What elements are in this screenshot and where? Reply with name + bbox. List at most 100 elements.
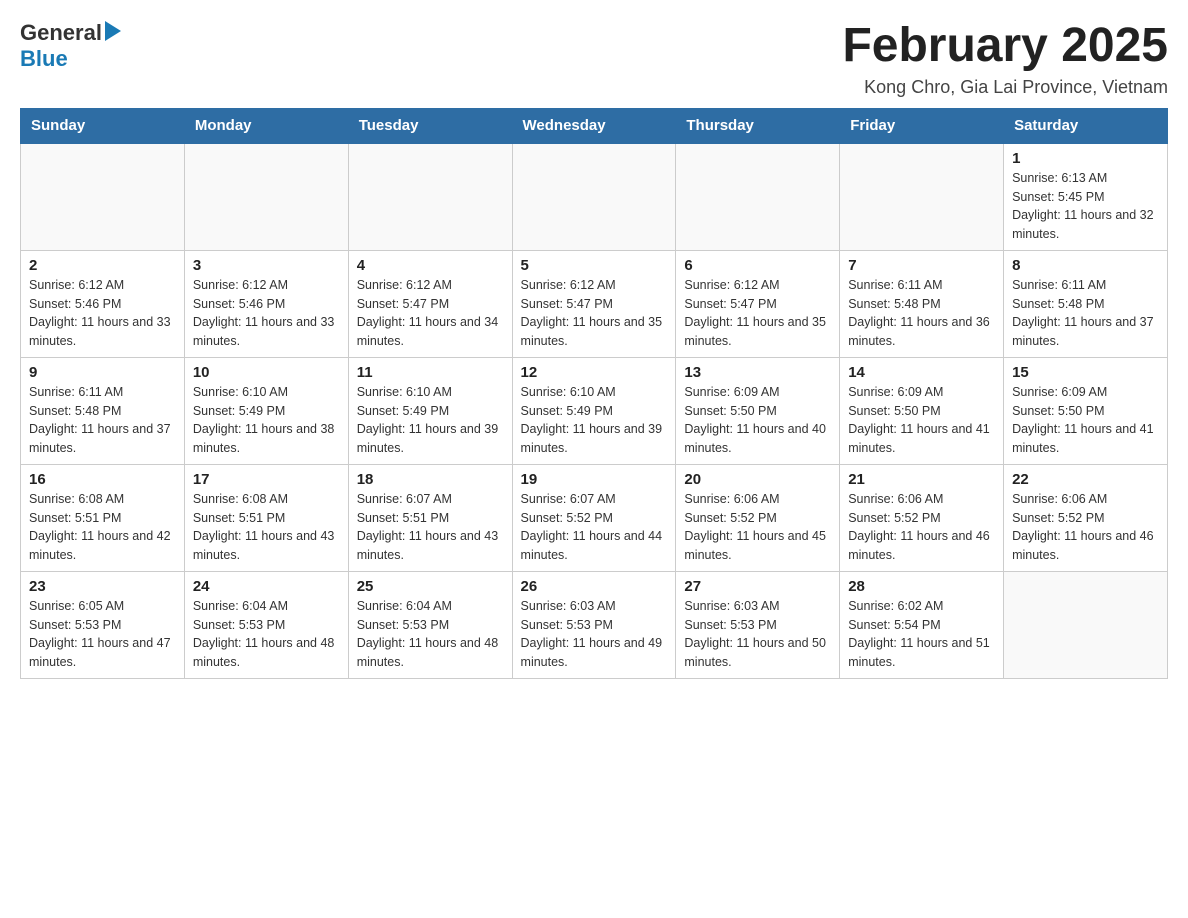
- day-number: 10: [193, 364, 340, 381]
- calendar-table: SundayMondayTuesdayWednesdayThursdayFrid…: [20, 108, 1168, 679]
- day-info: Sunrise: 6:11 AMSunset: 5:48 PMDaylight:…: [1012, 276, 1159, 351]
- calendar-cell: 9Sunrise: 6:11 AMSunset: 5:48 PMDaylight…: [21, 357, 185, 464]
- day-number: 4: [357, 257, 504, 274]
- day-number: 1: [1012, 150, 1159, 167]
- day-info: Sunrise: 6:04 AMSunset: 5:53 PMDaylight:…: [193, 597, 340, 672]
- calendar-cell: [676, 143, 840, 251]
- day-number: 26: [521, 578, 668, 595]
- day-info: Sunrise: 6:12 AMSunset: 5:47 PMDaylight:…: [684, 276, 831, 351]
- day-of-week-header: Wednesday: [512, 108, 676, 143]
- day-number: 15: [1012, 364, 1159, 381]
- logo: General Blue: [20, 20, 121, 72]
- calendar-cell: 4 Sunrise: 6:12 AMSunset: 5:47 PMDaylight…: [348, 250, 512, 357]
- calendar-cell: 5 Sunrise: 6:12 AMSunset: 5:47 PMDaylight…: [512, 250, 676, 357]
- day-number: 16: [29, 471, 176, 488]
- calendar-week-row: 23Sunrise: 6:05 AMSunset: 5:53 PMDayligh…: [21, 571, 1168, 678]
- day-info: Sunrise: 6:10 AMSunset: 5:49 PMDaylight:…: [193, 383, 340, 458]
- day-info: Sunrise: 6:08 AMSunset: 5:51 PMDaylight:…: [29, 490, 176, 565]
- calendar-cell: 24 Sunrise: 6:04 AMSunset: 5:53 PMDayligh…: [184, 571, 348, 678]
- day-number: 28: [848, 578, 995, 595]
- day-of-week-header: Thursday: [676, 108, 840, 143]
- day-info: Sunrise: 6:12 AMSunset: 5:47 PMDaylight:…: [521, 276, 668, 351]
- day-info: Sunrise: 6:03 AMSunset: 5:53 PMDaylight:…: [521, 597, 668, 672]
- calendar-cell: 14Sunrise: 6:09 AMSunset: 5:50 PMDayligh…: [840, 357, 1004, 464]
- day-number: 2: [29, 257, 176, 274]
- logo-text-blue: Blue: [20, 46, 68, 72]
- day-info: Sunrise: 6:08 AMSunset: 5:51 PMDaylight:…: [193, 490, 340, 565]
- day-info: Sunrise: 6:02 AMSunset: 5:54 PMDaylight:…: [848, 597, 995, 672]
- day-number: 18: [357, 471, 504, 488]
- calendar-cell: 20Sunrise: 6:06 AMSunset: 5:52 PMDayligh…: [676, 464, 840, 571]
- calendar-cell: 6Sunrise: 6:12 AMSunset: 5:47 PMDaylight…: [676, 250, 840, 357]
- day-info: Sunrise: 6:12 AMSunset: 5:47 PMDaylight:…: [357, 276, 504, 351]
- day-info: Sunrise: 6:07 AMSunset: 5:52 PMDaylight:…: [521, 490, 668, 565]
- day-number: 19: [521, 471, 668, 488]
- logo-arrow-icon: [105, 21, 121, 41]
- calendar-cell: 8 Sunrise: 6:11 AMSunset: 5:48 PMDaylight…: [1004, 250, 1168, 357]
- calendar-week-row: 9Sunrise: 6:11 AMSunset: 5:48 PMDaylight…: [21, 357, 1168, 464]
- calendar-cell: 11 Sunrise: 6:10 AMSunset: 5:49 PMDayligh…: [348, 357, 512, 464]
- day-info: Sunrise: 6:11 AMSunset: 5:48 PMDaylight:…: [848, 276, 995, 351]
- day-info: Sunrise: 6:13 AMSunset: 5:45 PMDaylight:…: [1012, 169, 1159, 244]
- location-subtitle: Kong Chro, Gia Lai Province, Vietnam: [842, 77, 1168, 98]
- page-header: General Blue February 2025 Kong Chro, Gi…: [20, 20, 1168, 98]
- logo-text-general: General: [20, 20, 102, 46]
- calendar-cell: 22 Sunrise: 6:06 AMSunset: 5:52 PMDayligh…: [1004, 464, 1168, 571]
- day-info: Sunrise: 6:07 AMSunset: 5:51 PMDaylight:…: [357, 490, 504, 565]
- day-number: 13: [684, 364, 831, 381]
- calendar-cell: 15 Sunrise: 6:09 AMSunset: 5:50 PMDayligh…: [1004, 357, 1168, 464]
- calendar-cell: [1004, 571, 1168, 678]
- day-number: 21: [848, 471, 995, 488]
- calendar-header-row: SundayMondayTuesdayWednesdayThursdayFrid…: [21, 108, 1168, 143]
- day-of-week-header: Friday: [840, 108, 1004, 143]
- day-number: 25: [357, 578, 504, 595]
- calendar-cell: 18 Sunrise: 6:07 AMSunset: 5:51 PMDayligh…: [348, 464, 512, 571]
- calendar-week-row: 1 Sunrise: 6:13 AMSunset: 5:45 PMDaylight…: [21, 143, 1168, 251]
- calendar-cell: [840, 143, 1004, 251]
- calendar-cell: 28 Sunrise: 6:02 AMSunset: 5:54 PMDayligh…: [840, 571, 1004, 678]
- day-number: 24: [193, 578, 340, 595]
- calendar-cell: [512, 143, 676, 251]
- calendar-cell: 25 Sunrise: 6:04 AMSunset: 5:53 PMDayligh…: [348, 571, 512, 678]
- calendar-cell: 1 Sunrise: 6:13 AMSunset: 5:45 PMDaylight…: [1004, 143, 1168, 251]
- day-number: 14: [848, 364, 995, 381]
- day-info: Sunrise: 6:10 AMSunset: 5:49 PMDaylight:…: [357, 383, 504, 458]
- day-number: 27: [684, 578, 831, 595]
- calendar-cell: 16 Sunrise: 6:08 AMSunset: 5:51 PMDayligh…: [21, 464, 185, 571]
- day-number: 3: [193, 257, 340, 274]
- day-info: Sunrise: 6:10 AMSunset: 5:49 PMDaylight:…: [521, 383, 668, 458]
- day-number: 12: [521, 364, 668, 381]
- calendar-cell: 13 Sunrise: 6:09 AMSunset: 5:50 PMDayligh…: [676, 357, 840, 464]
- calendar-cell: 27 Sunrise: 6:03 AMSunset: 5:53 PMDayligh…: [676, 571, 840, 678]
- calendar-cell: 10 Sunrise: 6:10 AMSunset: 5:49 PMDayligh…: [184, 357, 348, 464]
- day-info: Sunrise: 6:06 AMSunset: 5:52 PMDaylight:…: [1012, 490, 1159, 565]
- calendar-week-row: 16 Sunrise: 6:08 AMSunset: 5:51 PMDayligh…: [21, 464, 1168, 571]
- day-info: Sunrise: 6:09 AMSunset: 5:50 PMDaylight:…: [684, 383, 831, 458]
- day-info: Sunrise: 6:06 AMSunset: 5:52 PMDaylight:…: [684, 490, 831, 565]
- calendar-cell: [348, 143, 512, 251]
- day-info: Sunrise: 6:03 AMSunset: 5:53 PMDaylight:…: [684, 597, 831, 672]
- day-number: 11: [357, 364, 504, 381]
- title-section: February 2025 Kong Chro, Gia Lai Provinc…: [842, 20, 1168, 98]
- calendar-cell: 2 Sunrise: 6:12 AMSunset: 5:46 PMDaylight…: [21, 250, 185, 357]
- day-number: 5: [521, 257, 668, 274]
- calendar-cell: [184, 143, 348, 251]
- day-info: Sunrise: 6:12 AMSunset: 5:46 PMDaylight:…: [29, 276, 176, 351]
- day-of-week-header: Sunday: [21, 108, 185, 143]
- day-info: Sunrise: 6:04 AMSunset: 5:53 PMDaylight:…: [357, 597, 504, 672]
- day-number: 8: [1012, 257, 1159, 274]
- day-number: 22: [1012, 471, 1159, 488]
- day-info: Sunrise: 6:06 AMSunset: 5:52 PMDaylight:…: [848, 490, 995, 565]
- calendar-cell: [21, 143, 185, 251]
- calendar-cell: 19 Sunrise: 6:07 AMSunset: 5:52 PMDayligh…: [512, 464, 676, 571]
- calendar-cell: 26 Sunrise: 6:03 AMSunset: 5:53 PMDayligh…: [512, 571, 676, 678]
- day-number: 7: [848, 257, 995, 274]
- day-info: Sunrise: 6:09 AMSunset: 5:50 PMDaylight:…: [1012, 383, 1159, 458]
- day-of-week-header: Monday: [184, 108, 348, 143]
- calendar-cell: 21 Sunrise: 6:06 AMSunset: 5:52 PMDayligh…: [840, 464, 1004, 571]
- day-of-week-header: Tuesday: [348, 108, 512, 143]
- calendar-cell: 7 Sunrise: 6:11 AMSunset: 5:48 PMDaylight…: [840, 250, 1004, 357]
- day-info: Sunrise: 6:12 AMSunset: 5:46 PMDaylight:…: [193, 276, 340, 351]
- calendar-cell: 23Sunrise: 6:05 AMSunset: 5:53 PMDayligh…: [21, 571, 185, 678]
- day-number: 17: [193, 471, 340, 488]
